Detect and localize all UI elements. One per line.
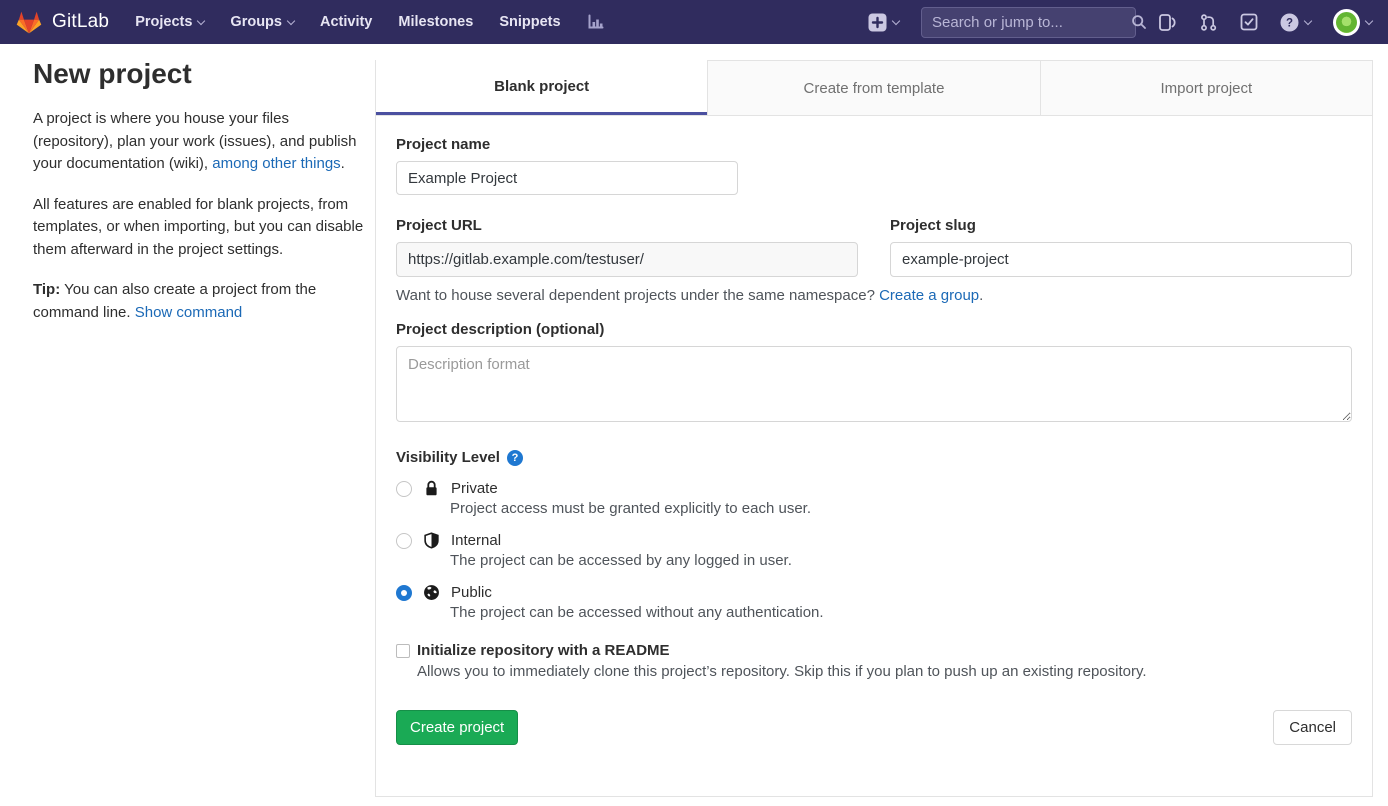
visibility-level-label: Visibility Level: [396, 449, 500, 466]
nav-milestones[interactable]: Milestones: [398, 14, 473, 30]
chevron-down-icon: [1304, 16, 1312, 24]
project-description-label: Project description (optional): [396, 321, 1352, 338]
gitlab-tanuki-logo-icon: [16, 10, 42, 35]
public-radio[interactable]: [396, 585, 412, 601]
project-url-input[interactable]: [396, 242, 858, 277]
private-option-desc: Project access must be granted explicitl…: [450, 500, 1352, 517]
shield-icon: [423, 532, 440, 549]
tab-import-project[interactable]: Import project: [1040, 60, 1372, 115]
project-name-label: Project name: [396, 136, 1352, 153]
private-option-name[interactable]: Private: [451, 480, 498, 497]
nav-groups[interactable]: Groups: [230, 14, 294, 30]
readme-label[interactable]: Initialize repository with a README: [417, 642, 670, 659]
among-other-things-link[interactable]: among other things: [212, 155, 340, 172]
nav-activity[interactable]: Activity: [320, 14, 372, 30]
project-name-input[interactable]: [396, 161, 738, 195]
globe-icon: [423, 584, 440, 601]
new-menu-button[interactable]: [868, 13, 899, 32]
intro-paragraph: A project is where you house your files …: [33, 108, 365, 176]
chevron-down-icon: [892, 16, 900, 24]
todo-check-icon[interactable]: [1240, 13, 1258, 31]
new-project-sidebar: New project A project is where you house…: [33, 58, 365, 342]
internal-option-name[interactable]: Internal: [451, 532, 501, 549]
private-radio[interactable]: [396, 481, 412, 497]
readme-section: Initialize repository with a README Allo…: [396, 642, 1352, 680]
plus-square-icon: [868, 13, 887, 32]
visibility-option-internal: Internal The project can be accessed by …: [396, 532, 1352, 569]
features-paragraph: All features are enabled for blank proje…: [33, 194, 365, 262]
brand-name: GitLab: [52, 11, 109, 33]
new-project-page: GitLab Projects Groups Activity Mileston…: [0, 0, 1388, 806]
project-type-tabs: Blank project Create from template Impor…: [376, 60, 1372, 116]
page-title: New project: [33, 58, 365, 90]
main-menu: Projects Groups Activity Milestones Snip…: [135, 14, 604, 31]
nav-projects[interactable]: Projects: [135, 14, 204, 30]
svg-text:?: ?: [1286, 17, 1293, 29]
top-navbar: GitLab Projects Groups Activity Mileston…: [0, 0, 1388, 44]
lock-icon: [423, 480, 440, 497]
issues-icon[interactable]: [1158, 13, 1177, 32]
project-slug-input[interactable]: [890, 242, 1352, 277]
project-url-label: Project URL: [396, 217, 858, 234]
create-project-button[interactable]: Create project: [396, 710, 518, 745]
chart-icon[interactable]: [587, 14, 605, 31]
help-question-icon: ?: [1280, 13, 1299, 32]
merge-request-icon[interactable]: [1199, 13, 1218, 32]
user-menu-button[interactable]: [1333, 9, 1372, 36]
global-search[interactable]: [921, 7, 1136, 38]
gitlab-home-link[interactable]: GitLab: [16, 10, 109, 35]
help-menu-button[interactable]: ?: [1280, 13, 1311, 32]
internal-radio[interactable]: [396, 533, 412, 549]
chevron-down-icon: [287, 16, 295, 24]
cancel-button[interactable]: Cancel: [1273, 710, 1352, 745]
namespace-hint: Want to house several dependent projects…: [396, 287, 1352, 304]
readme-desc: Allows you to immediately clone this pro…: [417, 663, 1352, 680]
readme-checkbox[interactable]: [396, 644, 410, 658]
show-command-link[interactable]: Show command: [135, 304, 243, 321]
search-input[interactable]: [932, 14, 1131, 31]
visibility-help-icon[interactable]: ?: [507, 450, 523, 466]
tab-blank-project[interactable]: Blank project: [376, 60, 707, 115]
visibility-option-private: Private Project access must be granted e…: [396, 480, 1352, 517]
public-option-desc: The project can be accessed without any …: [450, 604, 1352, 621]
chevron-down-icon: [1365, 16, 1373, 24]
user-avatar: [1333, 9, 1360, 36]
tab-create-from-template[interactable]: Create from template: [707, 60, 1039, 115]
search-icon: [1131, 14, 1147, 30]
tip-paragraph: Tip: You can also create a project from …: [33, 279, 365, 324]
internal-option-desc: The project can be accessed by any logge…: [450, 552, 1352, 569]
new-project-panel: Blank project Create from template Impor…: [375, 60, 1373, 797]
chevron-down-icon: [197, 16, 205, 24]
create-group-link[interactable]: Create a group: [879, 287, 979, 304]
public-option-name[interactable]: Public: [451, 584, 492, 601]
project-slug-label: Project slug: [890, 217, 1352, 234]
nav-snippets[interactable]: Snippets: [499, 14, 560, 30]
visibility-option-public: Public The project can be accessed witho…: [396, 584, 1352, 621]
project-description-textarea[interactable]: [396, 346, 1352, 422]
